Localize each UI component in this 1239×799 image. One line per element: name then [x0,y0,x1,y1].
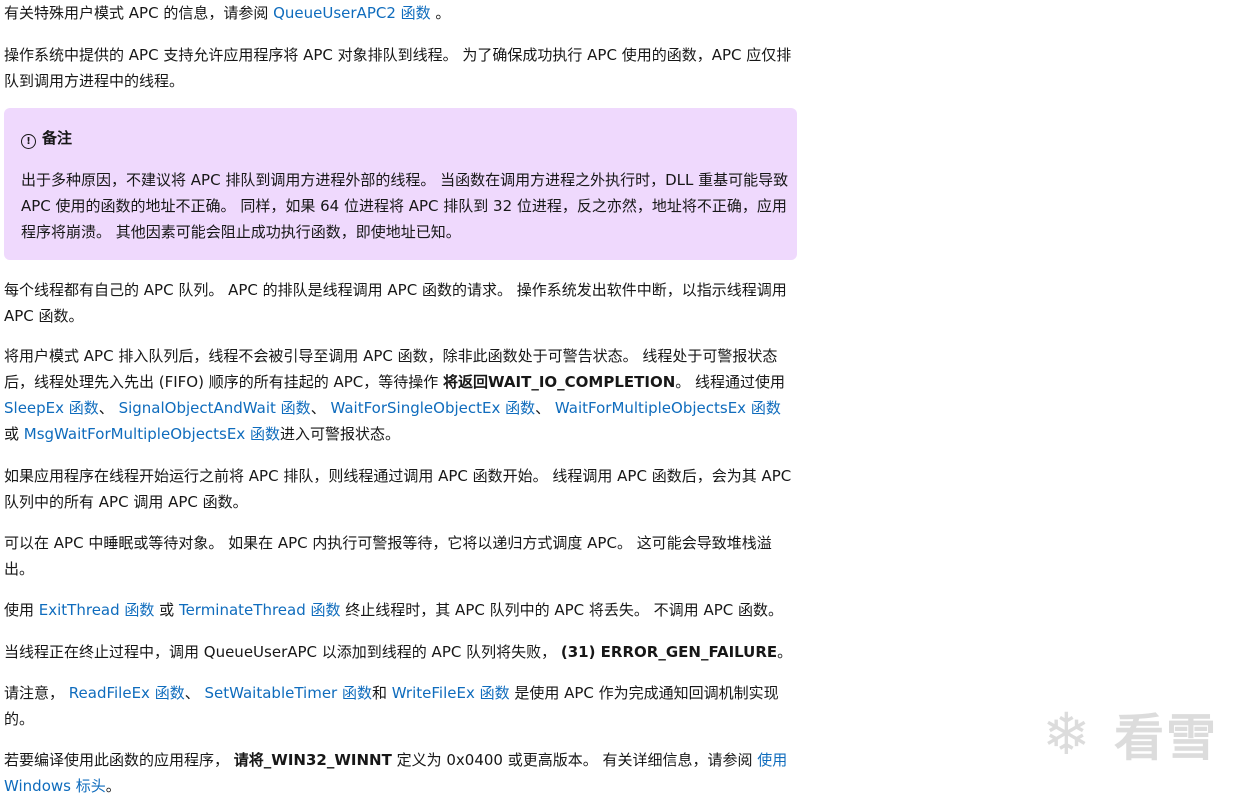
snowflake-icon: ❄ [1042,700,1091,768]
text: 请注意， [4,684,69,702]
watermark-logo: ❄ 看雪 [1042,702,1222,772]
link-writefileex[interactable]: WriteFileEx 函数 [392,684,510,702]
link-queueuserapc2[interactable]: QueueUserAPC2 函数 [273,4,431,22]
text: 和 [371,684,392,702]
text: 终止线程时，其 APC 队列中的 APC 将丢失。 不调用 APC 函数。 [340,601,784,619]
bold-text: (31) ERROR_GEN_FAILURE [560,643,778,661]
link-waitformultipleobjectsex[interactable]: WaitForMultipleObjectsEx 函数 [555,399,781,417]
text: 。 [430,4,451,22]
link-sleepex[interactable]: SleepEx 函数 [4,399,99,417]
link-signalobjectandwait[interactable]: SignalObjectAndWait 函数 [119,399,311,417]
bold-text: 请将_WIN32_WINNT [233,751,392,769]
text: 。 线程通过使用 [675,373,786,391]
paragraph-apc-queue: 每个线程都有自己的 APC 队列。 APC 的排队是线程调用 APC 函数的请求… [4,281,787,325]
text: 进入可警报状态。 [279,425,400,443]
link-waitforsingleobjectex[interactable]: WaitForSingleObjectEx 函数 [330,399,535,417]
link-msgwaitformultipleobjectsex[interactable]: MsgWaitForMultipleObjectsEx 函数 [24,425,280,443]
text: 。 [777,643,793,661]
link-terminatethread[interactable]: TerminateThread 函数 [179,601,341,619]
paragraph-apc2-info: 有关特殊用户模式 APC 的信息，请参阅 QueueUserAPC2 函数 。 [4,0,800,26]
text: 、 [535,399,555,417]
text: 。 [105,777,121,795]
bold-text: 将返回WAIT_IO_COMPLETION [443,373,676,391]
paragraph-completion-callbacks: 请注意， ReadFileEx 函数、 SetWaitableTimer 函数和… [4,680,800,732]
paragraph-queue-before-start: 如果应用程序在线程开始运行之前将 APC 排队，则线程通过调用 APC 函数开始… [4,467,792,511]
paragraph-exit-thread: 使用 ExitThread 函数 或 TerminateThread 函数 终止… [4,597,800,623]
note-body: 出于多种原因，不建议将 APC 排队到调用方进程外部的线程。 当函数在调用方进程… [21,171,789,241]
text: 定义为 0x0400 或更高版本。 有关详细信息，请参阅 [391,751,758,769]
paragraph-alertable-state: 将用户模式 APC 排入队列后，线程不会被引导至调用 APC 函数，除非此函数处… [4,343,800,447]
text: 使用 [4,601,39,619]
text: 、 [98,399,119,417]
link-exitthread[interactable]: ExitThread 函数 [39,601,155,619]
text: 或 [154,601,179,619]
note-title-text: 备注 [42,129,73,147]
text: 或 [4,425,24,443]
info-circle-icon: ! [21,134,36,149]
text: 当线程正在终止过程中，调用 QueueUserAPC 以添加到线程的 APC 队… [4,643,561,661]
text: 、 [184,684,205,702]
text: 、 [310,399,331,417]
note-title: ! 备注 [21,127,72,149]
paragraph-terminating-thread: 当线程正在终止过程中，调用 QueueUserAPC 以添加到线程的 APC 队… [4,639,800,665]
text: 若要编译使用此函数的应用程序， [4,751,234,769]
watermark-text: 看雪 [1114,709,1218,767]
link-readfileex[interactable]: ReadFileEx 函数 [69,684,185,702]
paragraph-sleep-in-apc: 可以在 APC 中睡眠或等待对象。 如果在 APC 内执行可警报等待，它将以递归… [4,534,772,578]
paragraph-apc-support: 操作系统中提供的 APC 支持允许应用程序将 APC 对象排队到线程。 为了确保… [4,46,792,90]
link-setwaitabletimer[interactable]: SetWaitableTimer 函数 [204,684,372,702]
paragraph-win32-winnt: 若要编译使用此函数的应用程序， 请将_WIN32_WINNT 定义为 0x040… [4,747,800,799]
text: 有关特殊用户模式 APC 的信息，请参阅 [4,4,274,22]
